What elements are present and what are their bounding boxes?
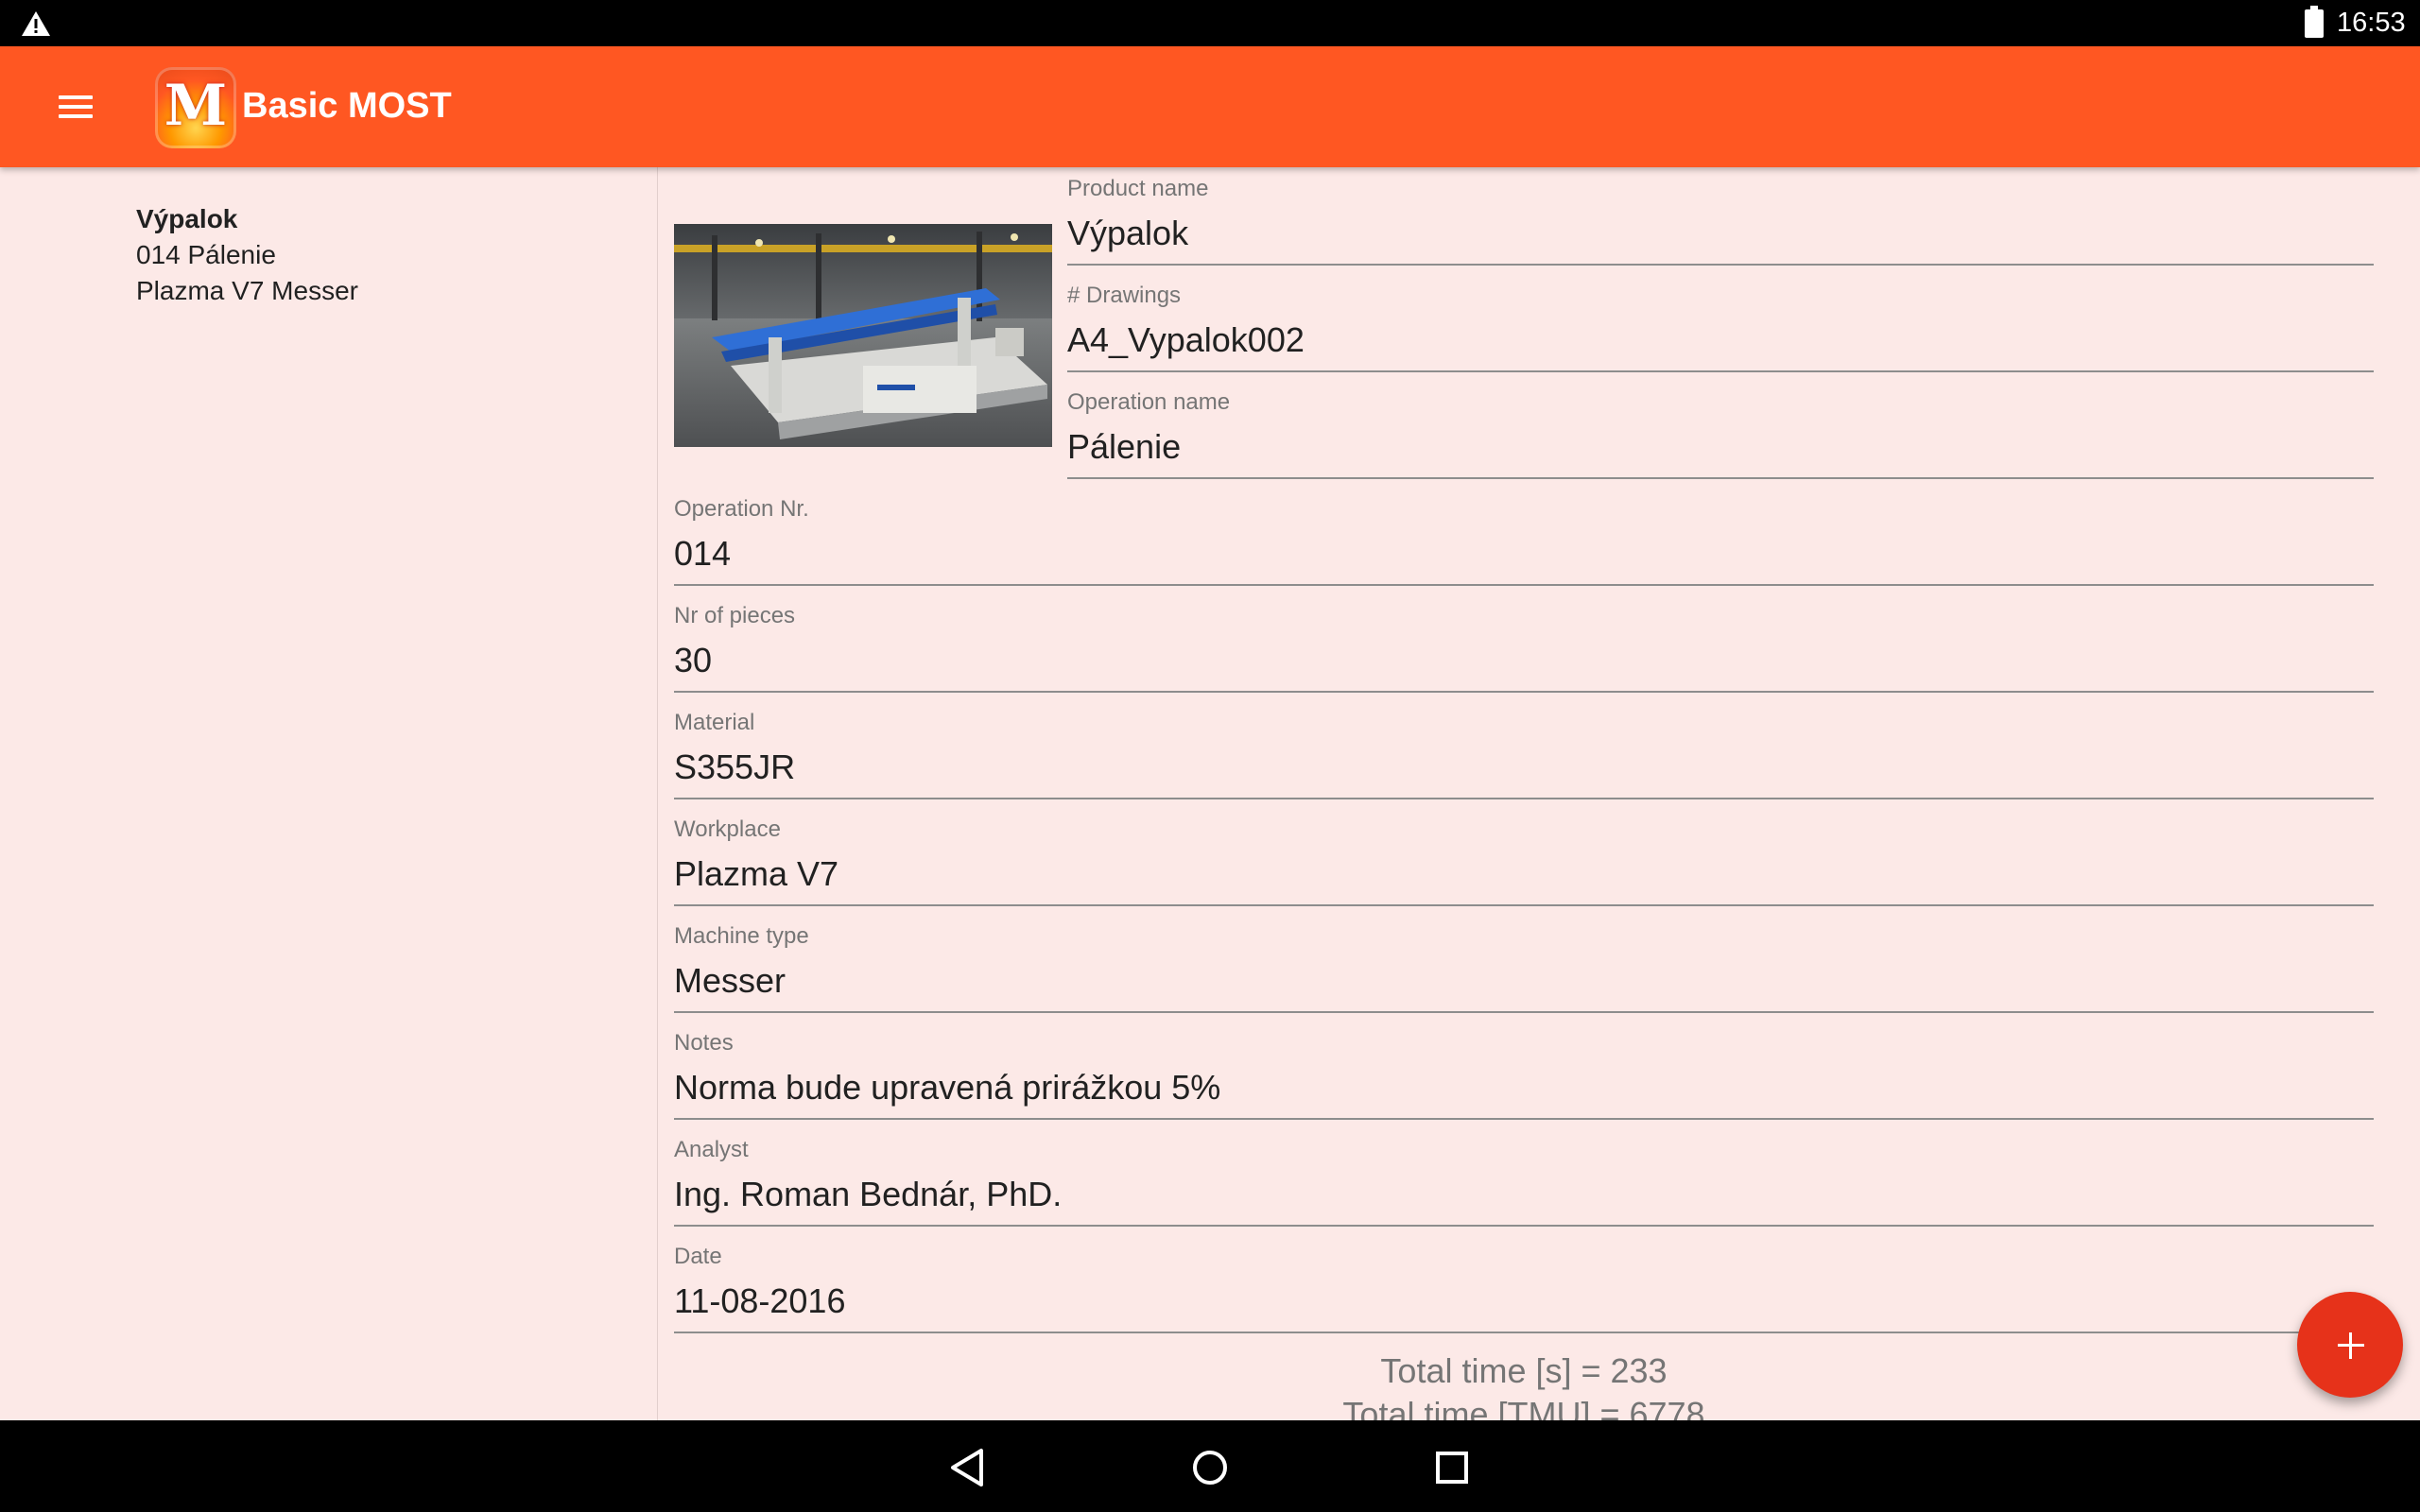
operation-name-input[interactable]: Pálenie: [1067, 427, 1181, 467]
workplace-input[interactable]: Plazma V7: [674, 854, 838, 894]
list-item-operation: 014 Pálenie: [136, 240, 276, 269]
warning-icon: [22, 11, 50, 36]
total-time-tmu: Total time [TMU] = 6778: [1342, 1395, 1705, 1420]
drawings-input[interactable]: A4_Vypalok002: [1067, 320, 1305, 360]
machine-type-label: Machine type: [674, 923, 809, 949]
clock: 16:53: [2337, 8, 2406, 38]
status-bar: 16:53: [0, 0, 2420, 46]
operation-nr-label: Operation Nr.: [674, 496, 809, 522]
divider: [674, 1011, 2374, 1013]
workplace-label: Workplace: [674, 816, 781, 842]
add-button[interactable]: [2297, 1292, 2403, 1398]
nr-of-pieces-label: Nr of pieces: [674, 603, 796, 628]
analyst-label: Analyst: [674, 1137, 749, 1162]
divider: [674, 1118, 2374, 1120]
date-input[interactable]: 11-08-2016: [674, 1281, 845, 1321]
material-label: Material: [674, 710, 755, 735]
list-item-workplace: Plazma V7 Messer: [136, 276, 358, 305]
recents-icon[interactable]: [1426, 1441, 1478, 1494]
menu-icon[interactable]: [53, 90, 96, 124]
machine-photo: [674, 224, 1052, 447]
total-time-seconds: Total time [s] = 233: [1380, 1351, 1668, 1390]
home-icon[interactable]: [1184, 1441, 1236, 1494]
list-item[interactable]: Výpalok 014 Pálenie Plazma V7 Messer: [136, 201, 358, 309]
divider: [1067, 264, 2374, 266]
material-input[interactable]: S355JR: [674, 747, 795, 787]
app-bar: M Basic MOST: [0, 46, 2420, 167]
divider: [674, 1225, 2374, 1227]
divider: [674, 691, 2374, 693]
divider: [674, 798, 2374, 799]
operation-name-label: Operation name: [1067, 389, 1231, 415]
analyst-input[interactable]: Ing. Roman Bednár, PhD.: [674, 1175, 1062, 1214]
divider: [1067, 370, 2374, 372]
machine-type-input[interactable]: Messer: [674, 961, 786, 1001]
list-pane: Výpalok 014 Pálenie Plazma V7 Messer: [0, 167, 658, 1420]
divider: [674, 904, 2374, 906]
notes-label: Notes: [674, 1030, 734, 1056]
divider: [674, 1332, 2374, 1333]
divider: [1067, 477, 2374, 479]
app-logo: M: [155, 67, 236, 148]
totals: Total time [s] = 233 Total time [TMU] = …: [674, 1349, 2374, 1420]
drawings-label: # Drawings: [1067, 283, 1182, 308]
battery-icon: [2305, 6, 2324, 38]
product-name-label: Product name: [1067, 176, 1209, 201]
divider: [674, 584, 2374, 586]
app-title: Basic MOST: [242, 86, 452, 126]
date-label: Date: [674, 1244, 722, 1269]
back-icon[interactable]: [942, 1441, 994, 1494]
list-item-title: Výpalok: [136, 204, 238, 233]
nr-of-pieces-input[interactable]: 30: [674, 641, 712, 680]
navigation-bar: [0, 1420, 2420, 1512]
operation-nr-input[interactable]: 014: [674, 534, 731, 574]
notes-input[interactable]: Norma bude upravená prirážkou 5%: [674, 1068, 1220, 1108]
product-name-input[interactable]: Výpalok: [1067, 214, 1188, 253]
